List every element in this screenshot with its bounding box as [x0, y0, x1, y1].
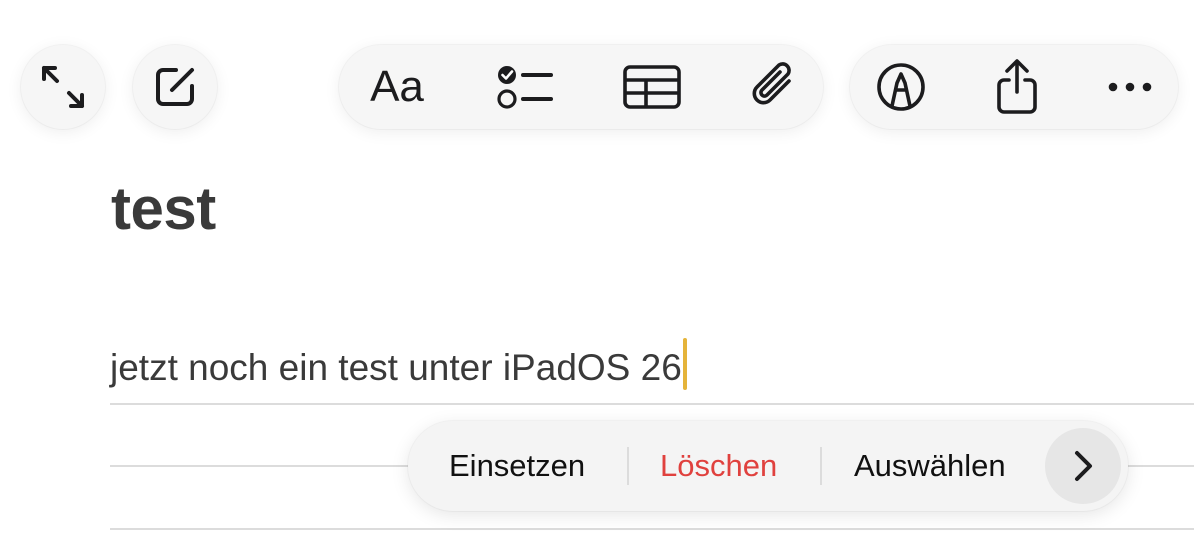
checklist-button[interactable] [480, 45, 570, 129]
table-icon [622, 64, 682, 110]
menu-divider [820, 447, 822, 485]
ruled-line [110, 528, 1194, 530]
format-text-button[interactable]: Aa [352, 45, 442, 129]
markup-pen-icon [875, 61, 927, 113]
checklist-icon [495, 63, 555, 111]
select-menu-item[interactable]: Auswählen [854, 421, 1006, 511]
chevron-right-icon [1072, 449, 1094, 483]
menu-divider [627, 447, 629, 485]
attachment-button[interactable] [730, 45, 820, 129]
note-body-text: jetzt noch ein test unter iPadOS 26 [110, 347, 682, 388]
edit-context-menu: Einsetzen Löschen Auswählen [408, 421, 1128, 511]
paste-menu-item[interactable]: Einsetzen [449, 421, 585, 511]
delete-menu-item[interactable]: Löschen [660, 421, 777, 511]
expand-arrows-icon [38, 62, 88, 112]
table-button[interactable] [607, 45, 697, 129]
share-button[interactable] [972, 45, 1062, 129]
new-note-button[interactable] [133, 45, 217, 129]
text-format-icon: Aa [370, 62, 424, 111]
note-title[interactable]: test [111, 174, 216, 243]
share-icon [993, 58, 1041, 116]
menu-more-button[interactable] [1045, 428, 1121, 504]
ruled-line [110, 403, 1194, 405]
compose-icon [150, 62, 200, 112]
text-cursor [682, 338, 687, 390]
paperclip-icon [748, 60, 802, 114]
note-body-line[interactable]: jetzt noch ein test unter iPadOS 26 [110, 338, 687, 390]
ellipsis-icon [1106, 81, 1154, 93]
expand-button[interactable] [21, 45, 105, 129]
markup-button[interactable] [856, 45, 946, 129]
more-button[interactable] [1085, 45, 1175, 129]
